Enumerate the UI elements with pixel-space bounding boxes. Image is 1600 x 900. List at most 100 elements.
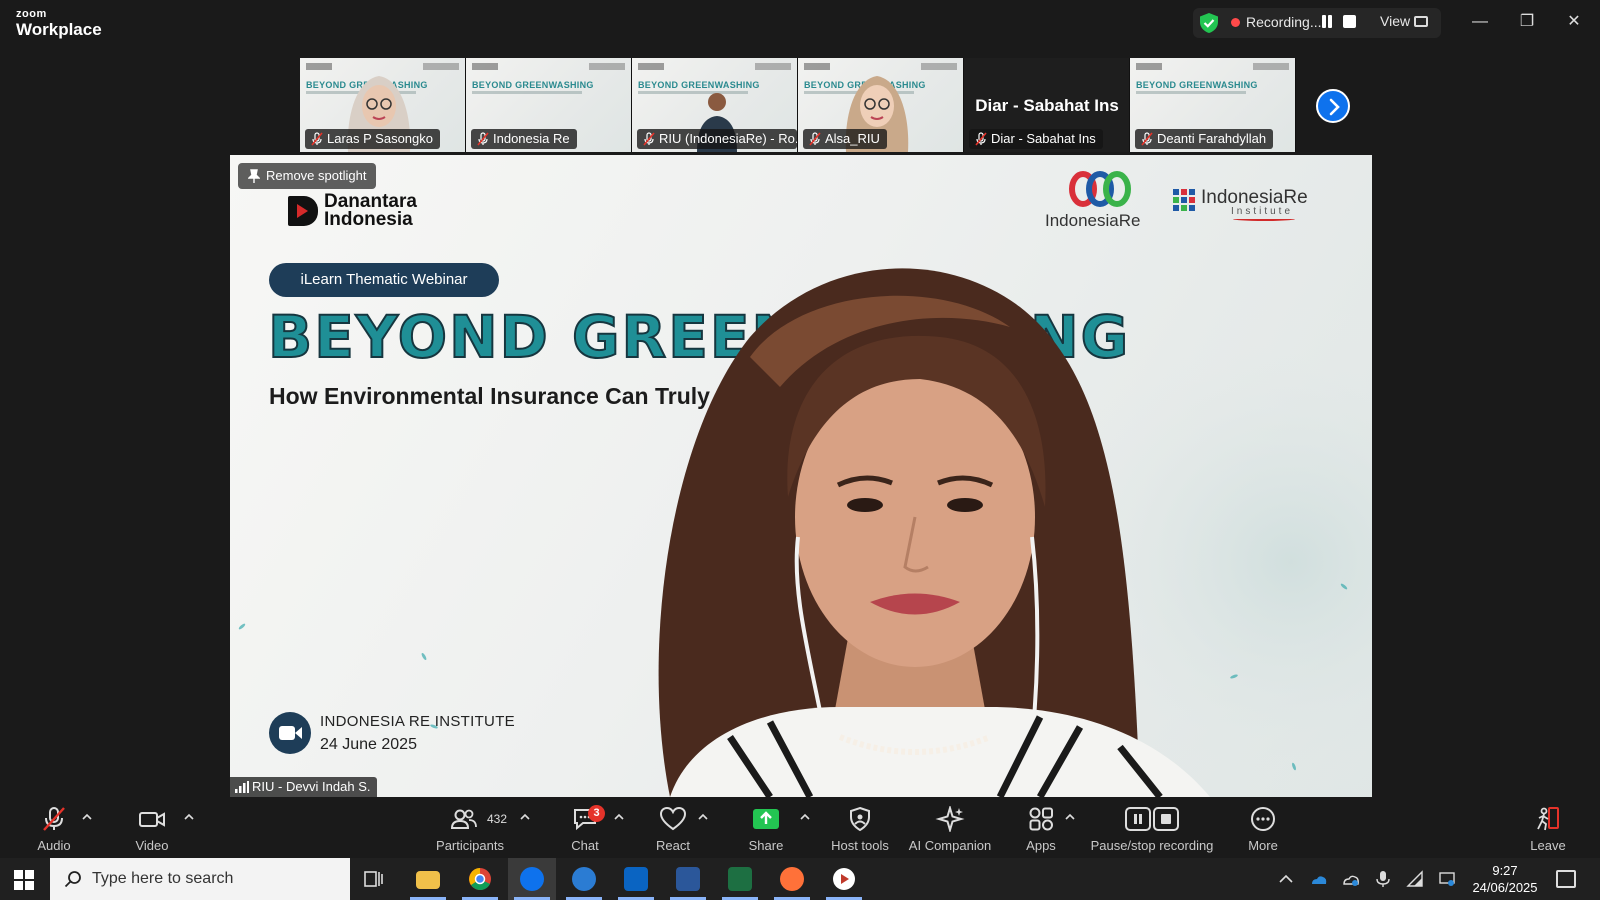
next-page-button[interactable]	[1316, 89, 1350, 123]
more-label: More	[1248, 838, 1278, 853]
video-label: Video	[135, 838, 169, 853]
copilot-icon[interactable]	[560, 858, 608, 900]
indonesia-re-logo: IndonesiaRe	[1045, 171, 1155, 231]
participant-name-tag: Alsa_RIU	[803, 129, 887, 149]
react-button[interactable]: React	[648, 804, 698, 854]
participant-name-tag: Indonesia Re	[471, 129, 577, 149]
apps-options-chevron-icon[interactable]	[1065, 813, 1075, 821]
microphone-icon[interactable]	[1374, 870, 1392, 888]
participant-thumbnail[interactable]: Diar - Sabahat Ins Diar - Sabahat Ins	[964, 58, 1130, 152]
speaker-name-tag: RIU - Devvi Indah S.	[230, 777, 377, 797]
excel-icon[interactable]	[716, 858, 764, 900]
institute-dots-icon	[1173, 189, 1195, 211]
participant-name-tag: Deanti Farahdyllah	[1135, 129, 1274, 149]
participants-icon	[450, 809, 477, 829]
participant-name: Alsa_RIU	[825, 131, 880, 146]
participants-options-chevron-icon[interactable]	[520, 813, 530, 821]
participant-thumbnail[interactable]: BEYOND GREENWASHING Indonesia Re	[466, 58, 632, 152]
signal-bars-icon	[235, 781, 249, 793]
audio-label: Audio	[37, 838, 71, 853]
organizer-name: INDONESIA RE INSTITUTE	[320, 713, 515, 730]
wifi-icon[interactable]	[1406, 870, 1424, 888]
spotlight-video[interactable]: Remove spotlight Danantara Indonesia Ind…	[230, 155, 1372, 797]
file-explorer-icon[interactable]	[404, 858, 452, 900]
host-shield-icon	[850, 806, 870, 832]
taskbar-search-box[interactable]: Type here to search	[50, 858, 350, 900]
apps-icon	[1029, 807, 1053, 831]
apps-button[interactable]: Apps	[1016, 804, 1066, 854]
share-options-chevron-icon[interactable]	[800, 813, 810, 821]
speaker-video	[658, 268, 1210, 797]
mic-muted-icon	[809, 132, 821, 146]
video-options-chevron-icon[interactable]	[184, 813, 194, 821]
pause-stop-recording-button[interactable]: Pause/stop recording	[1090, 804, 1214, 854]
view-grid-icon[interactable]	[1414, 16, 1428, 27]
logo-zoom-text: zoom	[16, 8, 47, 20]
chat-unread-badge: 3	[588, 805, 605, 822]
pause-recording-label: Pause/stop recording	[1090, 838, 1214, 853]
chrome-icon[interactable]	[456, 858, 504, 900]
windows-taskbar: Type here to search 9:27 24/06/2025	[0, 858, 1600, 900]
audio-button[interactable]: Audio	[28, 804, 80, 854]
ai-companion-label: AI Companion	[908, 838, 992, 853]
host-tools-button[interactable]: Host tools	[828, 804, 892, 854]
minimize-button[interactable]: —	[1466, 10, 1494, 34]
view-button[interactable]: View	[1380, 13, 1410, 29]
display-icon[interactable]	[1438, 870, 1456, 888]
tray-chevron-up-icon[interactable]	[1277, 870, 1295, 888]
outlook-icon[interactable]	[612, 858, 660, 900]
zoom-app-icon[interactable]	[508, 858, 556, 900]
react-options-chevron-icon[interactable]	[698, 813, 708, 821]
participant-thumbnail[interactable]: BEYOND GREENWASHINGAlsa_RIU	[798, 58, 964, 152]
thumbnail-slide-subtitle	[1136, 91, 1246, 94]
leave-button[interactable]: Leave	[1524, 804, 1572, 854]
more-button[interactable]: More	[1238, 804, 1288, 854]
pause-recording-icon[interactable]	[1321, 15, 1333, 28]
participant-thumbnail[interactable]: BEYOND GREENWASHING RIU (IndonesiaRe) - R…	[632, 58, 798, 152]
institute-logo-sub: Institute	[1231, 206, 1294, 217]
mic-muted-icon	[43, 807, 65, 831]
mic-muted-icon	[1141, 132, 1153, 146]
chat-options-chevron-icon[interactable]	[614, 813, 624, 821]
restore-button[interactable]: ❐	[1513, 10, 1541, 34]
participant-thumbnail[interactable]: BEYOND GREENWASHINGLaras P Sasongko	[300, 58, 466, 152]
participant-thumbnail[interactable]: BEYOND GREENWASHING Deanti Farahdyllah	[1130, 58, 1296, 152]
encryption-shield-icon[interactable]	[1198, 12, 1220, 34]
clock-date: 24/06/2025	[1472, 880, 1538, 895]
taskbar-clock[interactable]: 9:27 24/06/2025	[1468, 862, 1542, 896]
onedrive-sync-icon[interactable]	[1342, 870, 1360, 888]
leave-label: Leave	[1530, 838, 1566, 853]
mic-muted-icon	[311, 132, 323, 146]
media-player-icon[interactable]	[820, 858, 868, 900]
remove-spotlight-button[interactable]: Remove spotlight	[238, 163, 377, 189]
notification-icon[interactable]	[1556, 870, 1576, 888]
pause-stop-icon	[1125, 807, 1179, 831]
participant-name-tag: Laras P Sasongko	[305, 129, 440, 149]
video-button[interactable]: Video	[126, 804, 178, 854]
task-view-icon[interactable]	[350, 858, 398, 900]
firefox-icon[interactable]	[768, 858, 816, 900]
speaker-name: RIU - Devvi Indah S.	[252, 779, 371, 794]
danantara-logo-text: Danantara Indonesia	[324, 191, 417, 230]
thumbnail-slide-subtitle	[472, 91, 582, 94]
participant-name: RIU (IndonesiaRe) - Ro...	[659, 131, 797, 146]
ai-companion-button[interactable]: AI Companion	[906, 804, 994, 854]
thumbnail-slide-logo	[921, 63, 957, 70]
audio-options-chevron-icon[interactable]	[82, 813, 92, 821]
camera-badge-icon	[269, 712, 311, 754]
participants-label: Participants	[436, 838, 504, 853]
stop-recording-icon[interactable]	[1343, 15, 1356, 28]
close-button[interactable]: ✕	[1560, 10, 1588, 34]
onedrive-icon[interactable]	[1310, 870, 1328, 888]
thumbnail-slide-logo	[306, 63, 332, 70]
mic-muted-icon	[975, 132, 987, 146]
mic-muted-icon	[477, 132, 489, 146]
gallery-strip: BEYOND GREENWASHINGLaras P SasongkoBEYON…	[300, 58, 1296, 152]
thumbnail-slide-logo	[755, 63, 791, 70]
share-button[interactable]: Share	[740, 804, 792, 854]
indonesia-re-rings-icon	[1069, 171, 1131, 207]
indonesia-re-logo-text: IndonesiaRe	[1045, 211, 1141, 230]
windows-start-icon[interactable]	[14, 870, 34, 890]
word-icon[interactable]	[664, 858, 712, 900]
search-placeholder: Type here to search	[92, 870, 234, 887]
